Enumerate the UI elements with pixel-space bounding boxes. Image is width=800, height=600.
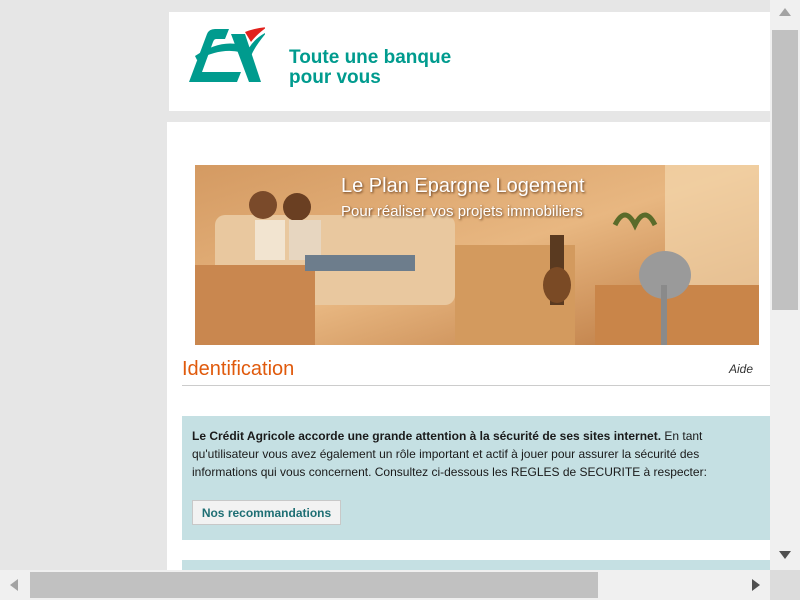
vertical-scroll-thumb[interactable] — [772, 30, 798, 310]
banner-title: Le Plan Epargne Logement — [341, 175, 585, 197]
security-notice-bold: Le Crédit Agricole accorde une grande at… — [192, 429, 662, 443]
promo-banner[interactable]: Le Plan Epargne Logement Pour réaliser v… — [195, 165, 759, 345]
tagline-line1: Toute une banque — [289, 47, 452, 68]
header: Toute une banque pour vous — [169, 12, 770, 111]
page-title: Identification — [182, 358, 295, 380]
title-divider — [182, 385, 770, 386]
security-notice-text: Le Crédit Agricole accorde une grande at… — [192, 427, 752, 481]
security-notice: Le Crédit Agricole accorde une grande at… — [182, 416, 770, 540]
recommendations-button[interactable]: Nos recommandations — [192, 500, 341, 525]
horizontal-scroll-thumb[interactable] — [30, 572, 598, 598]
help-link[interactable]: Aide — [729, 362, 753, 376]
arrow-up-icon[interactable] — [779, 8, 791, 16]
credit-agricole-logo[interactable] — [185, 26, 265, 86]
arrow-down-icon[interactable] — [779, 551, 791, 559]
arrow-left-icon[interactable] — [10, 579, 18, 591]
tagline-line2: pour vous — [289, 67, 381, 88]
tagline: Toute une banque pour vous — [289, 48, 451, 88]
banner-subtitle: Pour réaliser vos projets immobiliers — [341, 203, 583, 220]
scrollbar-corner — [770, 570, 800, 600]
arrow-right-icon[interactable] — [752, 579, 760, 591]
main-content: Le Plan Epargne Logement Pour réaliser v… — [167, 122, 770, 582]
